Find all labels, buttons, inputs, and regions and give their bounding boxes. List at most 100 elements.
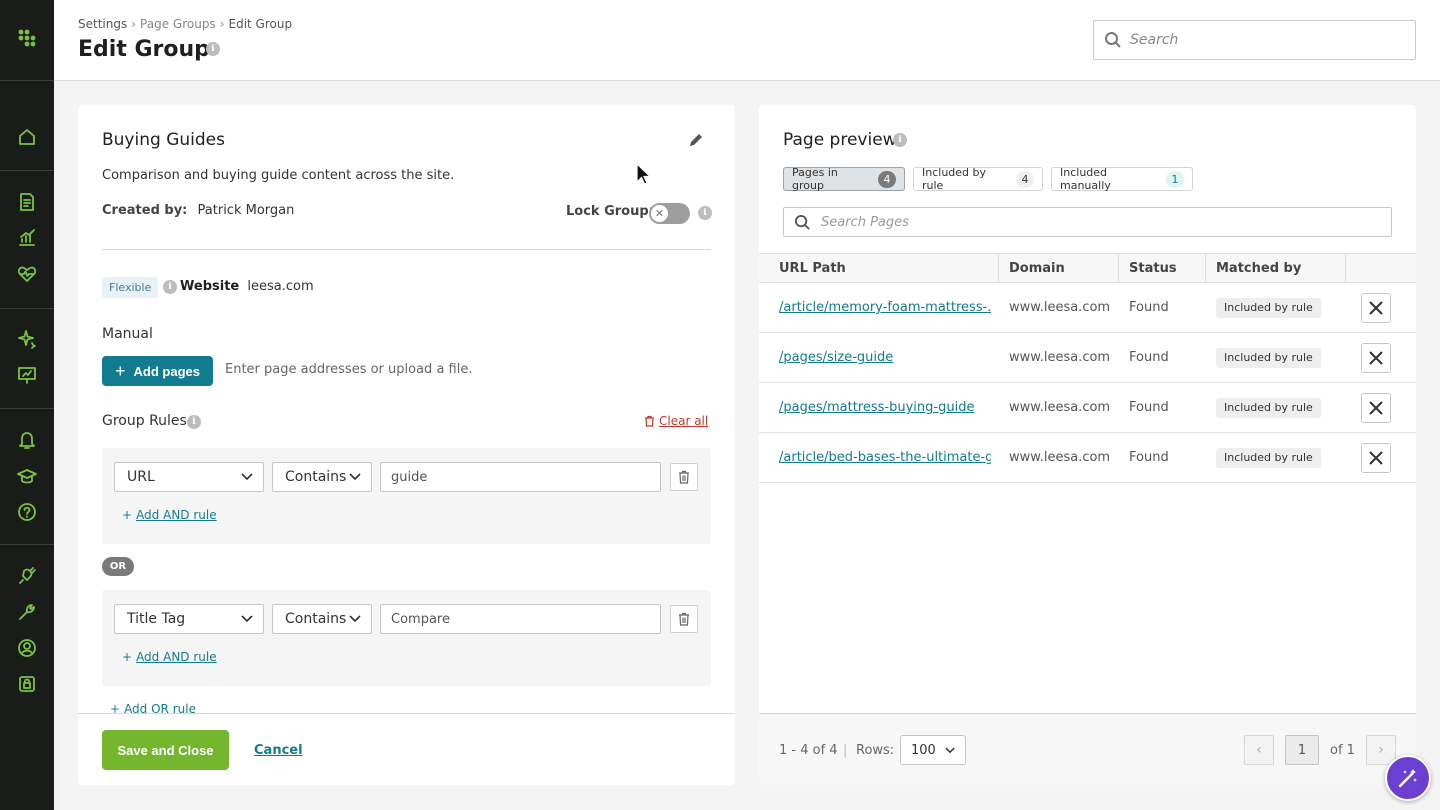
table-header: URL Path Domain Status Matched by bbox=[759, 253, 1416, 283]
website-label: Website bbox=[180, 279, 240, 294]
wrench-icon[interactable] bbox=[15, 600, 39, 624]
rule-value-input[interactable] bbox=[380, 462, 661, 492]
lock-group-toggle[interactable]: ✕ bbox=[649, 203, 690, 224]
bell-icon[interactable] bbox=[15, 428, 39, 452]
save-and-close-button[interactable]: Save and Close bbox=[102, 730, 229, 770]
rule-value-input[interactable] bbox=[380, 604, 661, 634]
trend-chart-icon[interactable] bbox=[15, 226, 39, 250]
breadcrumb: Settings › Page Groups › Edit Group bbox=[78, 17, 292, 31]
page-number-input[interactable]: 1 bbox=[1285, 735, 1319, 765]
pagination-bar: 1 - 4 of 4 | Rows: 100 ‹ 1 of 1 › bbox=[759, 713, 1416, 785]
add-or-rule-label: Add OR rule bbox=[124, 702, 196, 713]
domain-cell: www.leesa.com bbox=[1009, 400, 1111, 415]
rule-group: URL Contains + Add AND rule bbox=[102, 448, 711, 544]
rule-field-value: Title Tag bbox=[127, 611, 186, 627]
chip-included-by-rule[interactable]: Included by rule 4 bbox=[913, 166, 1043, 192]
url-path-link[interactable]: /article/memory-foam-mattress-... bbox=[779, 283, 991, 332]
sidebar-divider bbox=[0, 308, 54, 309]
column-header-status[interactable]: Status bbox=[1119, 254, 1206, 283]
mouse-cursor-icon bbox=[636, 163, 652, 185]
sparkle-icon[interactable] bbox=[15, 327, 39, 351]
url-path-link[interactable]: /pages/mattress-buying-guide bbox=[779, 383, 991, 432]
rule-operator-select[interactable]: Contains bbox=[272, 462, 372, 492]
info-icon[interactable]: i bbox=[698, 206, 712, 220]
clear-all-link[interactable]: Clear all bbox=[644, 414, 708, 428]
status-cell: Found bbox=[1129, 400, 1169, 415]
chip-pages-in-group[interactable]: Pages in group 4 bbox=[783, 166, 905, 192]
rule-field-select[interactable]: URL bbox=[114, 462, 264, 492]
matched-by-cell: Included by rule bbox=[1216, 283, 1321, 332]
remove-page-button[interactable] bbox=[1361, 443, 1391, 473]
presentation-icon[interactable] bbox=[15, 363, 39, 387]
url-path-link[interactable]: /pages/size-guide bbox=[779, 333, 991, 382]
remove-page-button[interactable] bbox=[1361, 393, 1391, 423]
rule-operator-select[interactable]: Contains bbox=[272, 604, 372, 634]
chip-label: Included manually bbox=[1060, 166, 1111, 192]
chevron-down-icon bbox=[349, 615, 361, 623]
report-icon[interactable] bbox=[15, 190, 39, 214]
plus-icon: + bbox=[122, 508, 133, 522]
rule-operator-value: Contains bbox=[285, 469, 347, 485]
search-input[interactable] bbox=[1130, 32, 1390, 48]
help-icon[interactable] bbox=[15, 500, 39, 524]
info-icon[interactable]: i bbox=[893, 133, 907, 147]
chevron-right-icon: › bbox=[131, 17, 137, 31]
column-header-matched-by[interactable]: Matched by bbox=[1206, 254, 1346, 283]
info-icon[interactable]: i bbox=[187, 415, 201, 429]
add-pages-hint: Enter page addresses or upload a file. bbox=[225, 362, 473, 377]
user-circle-icon[interactable] bbox=[15, 636, 39, 660]
pencil-icon[interactable] bbox=[688, 132, 704, 148]
breadcrumb-settings[interactable]: Settings bbox=[78, 17, 127, 31]
chip-label: Pages in group bbox=[792, 166, 838, 192]
previous-page-button[interactable]: ‹ bbox=[1244, 735, 1274, 765]
lock-icon[interactable] bbox=[15, 672, 39, 696]
cancel-link[interactable]: Cancel bbox=[254, 743, 303, 758]
breadcrumb-page-groups[interactable]: Page Groups bbox=[140, 17, 216, 31]
apps-grid-icon[interactable] bbox=[15, 26, 39, 50]
search-icon bbox=[1105, 32, 1121, 48]
domain-cell: www.leesa.com bbox=[1009, 450, 1111, 465]
global-search[interactable] bbox=[1093, 20, 1416, 60]
add-and-rule-link[interactable]: + Add AND rule bbox=[122, 508, 217, 522]
plus-icon: + bbox=[110, 702, 121, 713]
magic-wand-button[interactable] bbox=[1385, 755, 1431, 801]
delete-rule-button[interactable] bbox=[670, 463, 698, 491]
column-header-domain[interactable]: Domain bbox=[999, 254, 1119, 283]
rule-field-select[interactable]: Title Tag bbox=[114, 604, 264, 634]
add-pages-button[interactable]: + Add pages bbox=[102, 356, 213, 386]
close-icon bbox=[1369, 351, 1383, 365]
column-header-url-path[interactable]: URL Path bbox=[769, 254, 999, 283]
matched-by-badge: Included by rule bbox=[1216, 297, 1321, 318]
add-or-rule-link[interactable]: + Add OR rule bbox=[110, 702, 196, 713]
remove-page-button[interactable] bbox=[1361, 293, 1391, 323]
remove-page-button[interactable] bbox=[1361, 343, 1391, 373]
edit-group-form[interactable]: Buying Guides Comparison and buying guid… bbox=[78, 105, 735, 713]
chip-included-manually[interactable]: Included manually 1 bbox=[1051, 166, 1193, 192]
sidebar-divider bbox=[0, 80, 54, 81]
search-icon bbox=[794, 214, 810, 230]
rule-operator-value: Contains bbox=[285, 611, 347, 627]
chevron-down-icon bbox=[241, 473, 253, 481]
home-icon[interactable] bbox=[15, 125, 39, 149]
page-title: Edit Group bbox=[78, 37, 210, 62]
plug-icon[interactable] bbox=[15, 564, 39, 588]
url-path-link[interactable]: /article/bed-bases-the-ultimate-g... bbox=[779, 433, 991, 482]
magic-wand-icon bbox=[1398, 769, 1417, 788]
page-search[interactable] bbox=[783, 207, 1392, 237]
group-rules-label: Group Rules bbox=[102, 413, 187, 429]
matched-by-badge: Included by rule bbox=[1216, 447, 1321, 468]
delete-rule-button[interactable] bbox=[670, 605, 698, 633]
created-by-value: Patrick Morgan bbox=[197, 203, 295, 218]
add-and-rule-link[interactable]: + Add AND rule bbox=[122, 650, 217, 664]
health-heart-icon[interactable] bbox=[15, 262, 39, 286]
rows-per-page-select[interactable]: 100 bbox=[900, 735, 966, 765]
info-icon[interactable]: i bbox=[163, 280, 177, 294]
chevron-down-icon bbox=[349, 473, 361, 481]
search-pages-input[interactable] bbox=[821, 214, 1381, 230]
graduation-cap-icon[interactable] bbox=[15, 464, 39, 488]
created-by: Created by: Patrick Morgan bbox=[102, 203, 294, 218]
plus-icon: + bbox=[122, 650, 133, 664]
divider bbox=[102, 249, 711, 250]
info-icon[interactable]: i bbox=[206, 42, 220, 56]
matched-by-badge: Included by rule bbox=[1216, 397, 1321, 418]
